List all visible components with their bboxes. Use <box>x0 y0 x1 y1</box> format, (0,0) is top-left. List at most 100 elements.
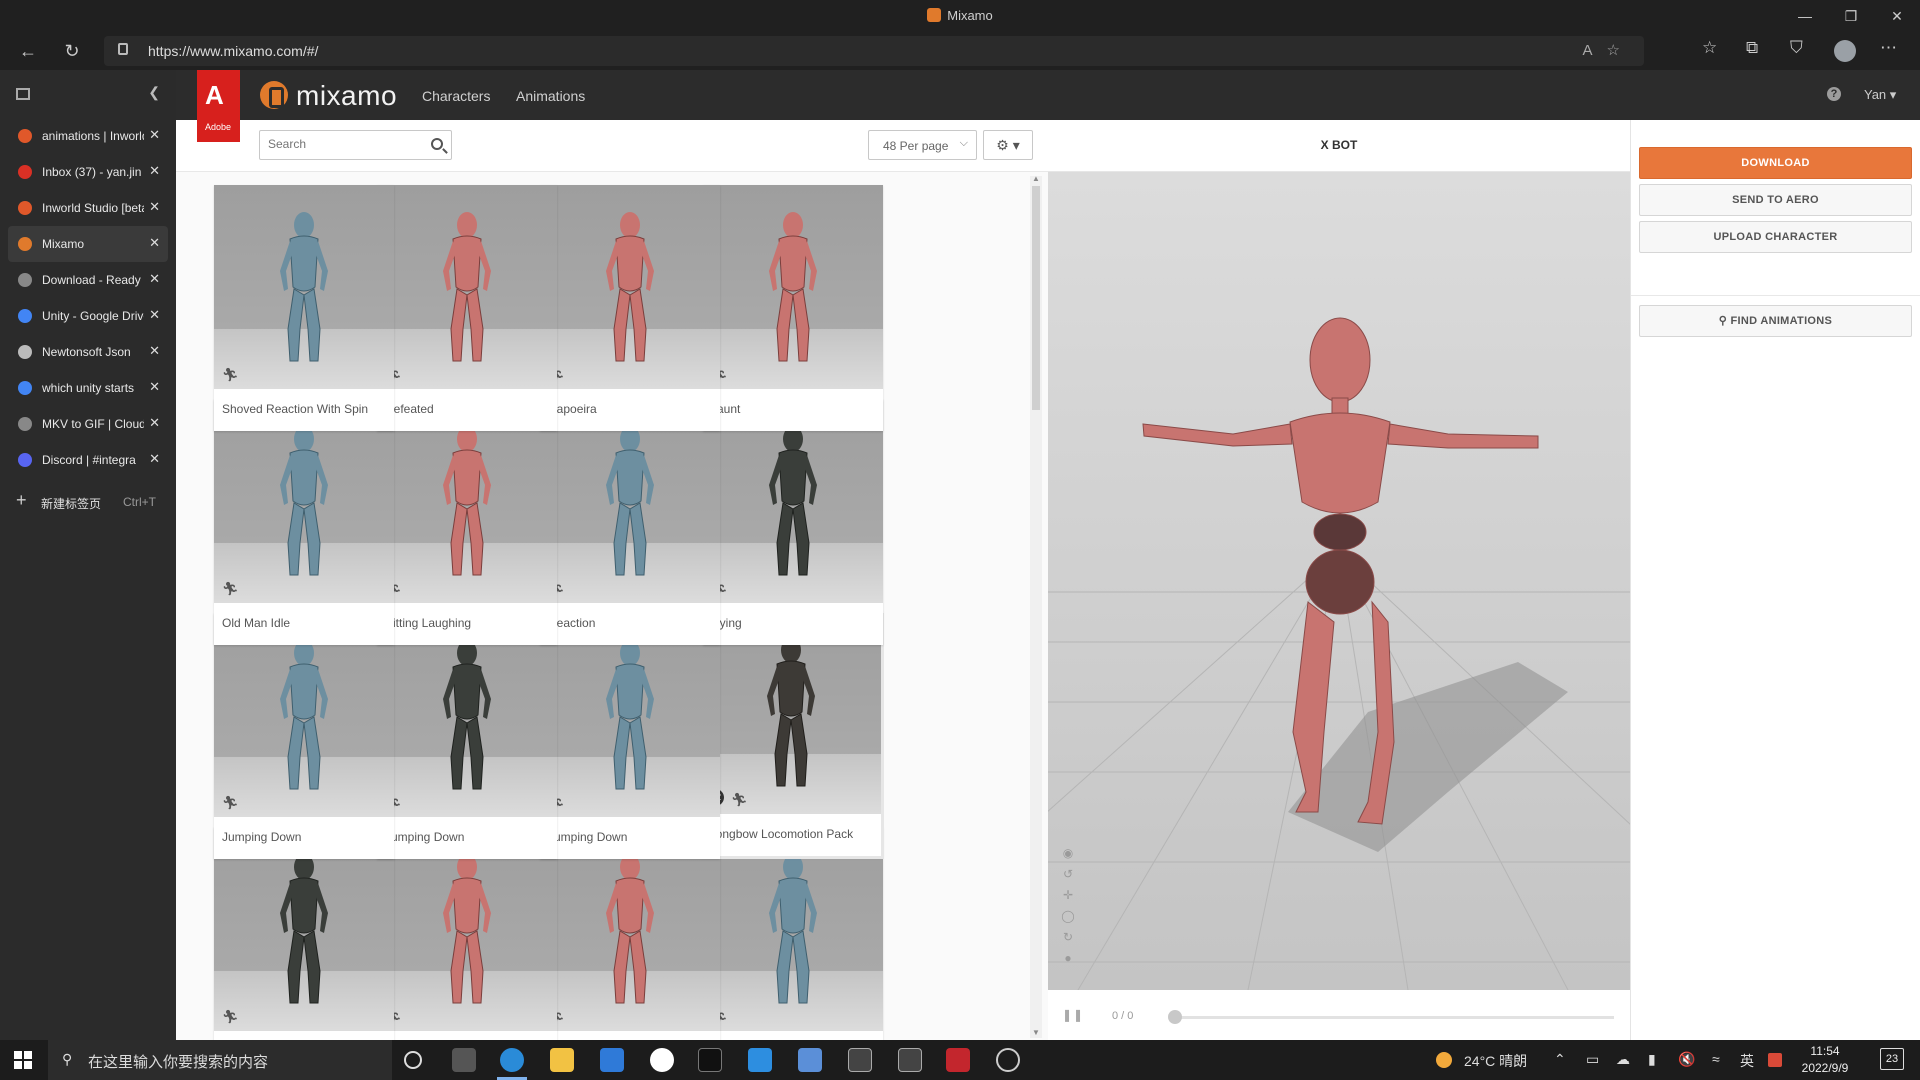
search-box[interactable] <box>259 130 452 160</box>
animation-card[interactable]: 🏃︎Jumping Down <box>214 613 394 859</box>
collapse-tabs-icon[interactable]: ❮ <box>148 84 160 101</box>
animation-pack-card[interactable]: 12🏃︎Longbow Locomotion Pack <box>701 610 881 856</box>
camera-icon[interactable]: ◉ <box>1060 843 1076 864</box>
refresh-icon[interactable]: ↻ <box>58 38 86 64</box>
animation-card[interactable]: 🏃︎Dying <box>703 399 883 645</box>
onedrive-icon[interactable]: ☁ <box>1616 1051 1630 1068</box>
send-to-aero-button[interactable]: SEND TO AERO <box>1639 184 1912 216</box>
close-tab-icon[interactable]: ✕ <box>149 127 160 143</box>
close-window-icon[interactable]: ✕ <box>1874 0 1920 32</box>
tray-chevron-icon[interactable]: ⌃ <box>1554 1051 1566 1068</box>
browser-tab[interactable]: MKV to GIF | Cloud ✕ <box>8 406 168 442</box>
animation-card[interactable]: 🏃︎Jumping Down <box>377 613 557 859</box>
upload-character-button[interactable]: UPLOAD CHARACTER <box>1639 221 1912 253</box>
animation-thumbnail[interactable]: 🏃︎ <box>540 185 720 389</box>
browser-tab[interactable]: Newtonsoft Json ✕ <box>8 334 168 370</box>
ime-indicator[interactable]: 英 <box>1740 1051 1754 1071</box>
profile-avatar[interactable] <box>1834 40 1856 62</box>
windows-start-icon[interactable] <box>14 1051 32 1069</box>
address-bar[interactable]: https://www.mixamo.com/#/ A☆ <box>104 36 1644 66</box>
close-tab-icon[interactable]: ✕ <box>149 199 160 215</box>
adobe-logo[interactable]: A Adobe <box>197 70 240 142</box>
cortana-icon[interactable] <box>404 1051 422 1069</box>
new-tab-button[interactable]: + 新建标签页 Ctrl+T <box>8 482 168 522</box>
animation-thumbnail[interactable]: 🏃︎ <box>377 185 557 389</box>
per-page-select[interactable]: 48 Per page ⌵ <box>868 130 977 160</box>
taskbar-search[interactable]: ⚲ 在这里输入你要搜索的内容 <box>48 1040 392 1080</box>
pan-icon[interactable]: ✛ <box>1060 885 1076 906</box>
scroll-down-icon[interactable]: ▼ <box>1032 1028 1040 1037</box>
app-icon[interactable] <box>798 1048 822 1072</box>
animation-card[interactable]: 🏃︎Defeated <box>377 185 557 431</box>
find-animations-button[interactable]: ⚲ FIND ANIMATIONS <box>1639 305 1912 337</box>
collections-icon[interactable]: ⧉ <box>1746 38 1758 58</box>
volume-icon[interactable]: 🔇 <box>1678 1051 1695 1068</box>
unity-icon[interactable] <box>848 1048 872 1072</box>
browser-tab[interactable]: Unity - Google Drive ✕ <box>8 298 168 334</box>
animation-card[interactable]: 🏃︎Capoeira <box>540 185 720 431</box>
browser-tab[interactable]: which unity starts ✕ <box>8 370 168 406</box>
file-explorer-icon[interactable] <box>550 1048 574 1072</box>
animation-card[interactable]: 🏃︎ Old Man Idle <box>214 399 394 645</box>
browser-tab[interactable]: Mixamo ✕ <box>8 226 168 262</box>
help-icon[interactable]: ? <box>1827 87 1841 101</box>
tray-app-icon[interactable]: ▭ <box>1586 1051 1599 1068</box>
edge-icon[interactable] <box>500 1048 524 1072</box>
close-tab-icon[interactable]: ✕ <box>149 307 160 323</box>
animation-card[interactable]: 🏃︎ Shoved Reaction With Spin <box>214 185 394 431</box>
user-menu[interactable]: Yan ▾ <box>1864 87 1896 103</box>
browser-tab[interactable]: animations | Inworld ✕ <box>8 118 168 154</box>
settings-dropdown-button[interactable]: ⚙ ▾ <box>983 130 1033 160</box>
animation-card[interactable]: 🏃︎ <box>703 827 883 1040</box>
slack-icon[interactable] <box>650 1048 674 1072</box>
weather-icon[interactable] <box>1436 1052 1452 1068</box>
network-icon[interactable]: ≈ <box>1712 1051 1720 1067</box>
minimize-icon[interactable]: — <box>1782 0 1828 32</box>
scroll-up-icon[interactable]: ▲ <box>1032 174 1040 183</box>
3d-viewport[interactable] <box>1048 172 1630 990</box>
zoom-icon[interactable]: ◯ <box>1060 906 1076 927</box>
search-icon[interactable] <box>431 138 443 150</box>
extensions-icon[interactable]: ⛉ <box>1790 38 1803 58</box>
read-aloud-icon[interactable]: A <box>1583 42 1607 59</box>
close-tab-icon[interactable]: ✕ <box>149 235 160 251</box>
close-tab-icon[interactable]: ✕ <box>149 415 160 431</box>
task-view-icon[interactable] <box>452 1048 476 1072</box>
close-tab-icon[interactable]: ✕ <box>149 379 160 395</box>
pause-icon[interactable]: ❚❚ <box>1062 1008 1084 1022</box>
favorites-icon[interactable]: ☆ <box>1702 38 1717 58</box>
close-tab-icon[interactable]: ✕ <box>149 451 160 467</box>
reset-view-icon[interactable]: ↻ <box>1060 927 1076 948</box>
animation-card[interactable]: 🏃︎Sitting Laughing <box>377 399 557 645</box>
search-input[interactable] <box>268 137 418 151</box>
animation-thumbnail[interactable]: 🏃︎ <box>703 185 883 389</box>
browser-tab[interactable]: Inworld Studio [beta] ✕ <box>8 190 168 226</box>
animation-card[interactable]: 🏃︎Reaction <box>540 399 720 645</box>
favorite-add-icon[interactable]: ☆ <box>1607 42 1634 59</box>
rider-icon[interactable] <box>946 1048 970 1072</box>
battery-icon[interactable]: ▮ <box>1648 1051 1656 1068</box>
clock[interactable]: 11:54 2022/9/9 <box>1795 1043 1855 1077</box>
url-text[interactable]: https://www.mixamo.com/#/ <box>148 43 318 59</box>
download-button[interactable]: DOWNLOAD <box>1639 147 1912 179</box>
more-icon[interactable]: ⋯ <box>1880 38 1897 58</box>
unity-hub-icon[interactable] <box>898 1048 922 1072</box>
animation-thumbnail[interactable]: 🏃︎ <box>703 827 883 1031</box>
mail-icon[interactable] <box>600 1048 624 1072</box>
nav-animations[interactable]: Animations <box>516 88 585 104</box>
timeline-track[interactable] <box>1172 1016 1614 1019</box>
tab-actions-icon[interactable] <box>16 88 30 100</box>
close-tab-icon[interactable]: ✕ <box>149 271 160 287</box>
timeline-handle[interactable] <box>1168 1010 1182 1024</box>
browser-tab[interactable]: Inbox (37) - yan.jin ✕ <box>8 154 168 190</box>
close-tab-icon[interactable]: ✕ <box>149 163 160 179</box>
back-icon[interactable]: ← <box>14 38 42 64</box>
vscode-icon[interactable] <box>748 1048 772 1072</box>
animation-card[interactable]: 🏃︎Taunt <box>703 185 883 431</box>
terminal-icon[interactable] <box>698 1048 722 1072</box>
github-icon[interactable] <box>996 1048 1020 1072</box>
browser-tab[interactable]: Discord | #integra ✕ <box>8 442 168 478</box>
notification-center-icon[interactable]: 23 <box>1880 1048 1904 1070</box>
close-tab-icon[interactable]: ✕ <box>149 343 160 359</box>
record-icon[interactable]: ● <box>1060 948 1076 969</box>
